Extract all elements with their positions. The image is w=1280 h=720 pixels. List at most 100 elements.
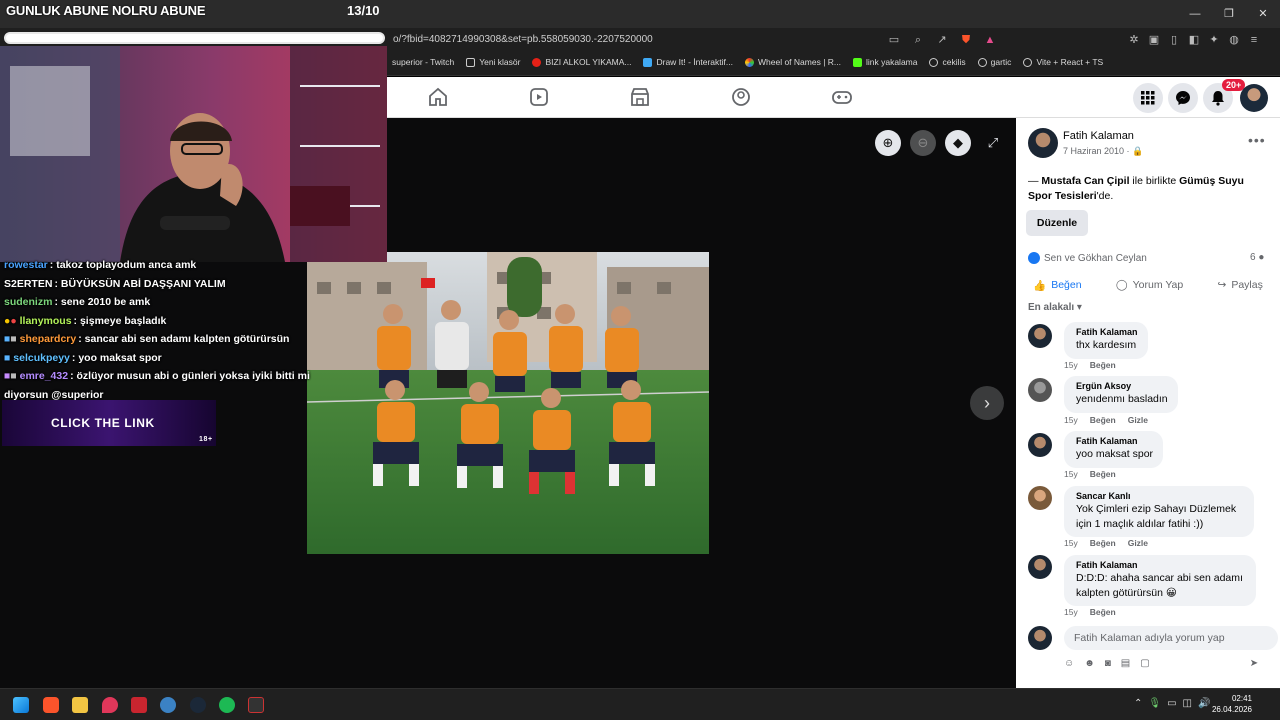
wallet-icon[interactable]: ▣	[1146, 32, 1162, 48]
comment-count[interactable]: 6 ●	[1250, 252, 1264, 263]
account-avatar[interactable]	[1240, 84, 1268, 112]
bookmark-item[interactable]: BIZI ALKOL YIKAMA...	[532, 57, 631, 67]
groups-icon[interactable]	[730, 86, 752, 108]
bookmark-item[interactable]: Yeni klasör	[466, 57, 520, 67]
comment-sort-dropdown[interactable]: En alakalı ▾	[1028, 302, 1082, 313]
bookmark-item[interactable]: superior - Twitch	[392, 57, 454, 67]
file-explorer-icon[interactable]	[72, 697, 88, 713]
brave-browser-icon[interactable]	[43, 697, 59, 713]
commenter-avatar[interactable]	[1028, 378, 1052, 402]
bookmark-item[interactable]: cekilis	[929, 57, 966, 67]
comment-hide-link[interactable]: Gizle	[1128, 538, 1148, 548]
comment-like-link[interactable]: Beğen	[1090, 469, 1116, 479]
screen-cast-icon[interactable]: ▭	[886, 32, 902, 48]
sticker-icon[interactable]: ▢	[1140, 658, 1149, 669]
post-date[interactable]: 7 Haziran 2010 · 🔒	[1063, 146, 1143, 157]
comment-like-link[interactable]: Beğen	[1090, 607, 1116, 617]
comment-like-link[interactable]: Beğen	[1090, 415, 1116, 425]
steam-icon[interactable]	[190, 697, 206, 713]
comment-age[interactable]: 15y	[1064, 607, 1078, 617]
obs-icon[interactable]	[160, 697, 176, 713]
click-the-link-banner[interactable]: CLICK THE LINK 18+	[2, 400, 216, 446]
bookmark-item[interactable]: gartic	[977, 57, 1011, 67]
next-photo-button[interactable]: ›	[970, 386, 1004, 420]
zoom-in-button[interactable]: ⊕	[875, 130, 901, 156]
chat-message: S2ERTEN: BÜYÜKSÜN ABİ DAŞŞANI YALIM	[4, 277, 226, 290]
comment-bubble: Fatih Kalaman thx kardesım	[1064, 322, 1148, 359]
chevron-up-icon[interactable]: ⌃	[1134, 698, 1142, 709]
commenter-name[interactable]: Sancar Kanlı	[1076, 490, 1244, 502]
share-button[interactable]: ↪ Paylaş	[1218, 274, 1263, 296]
share-icon[interactable]: ↗	[934, 32, 950, 48]
maximize-icon[interactable]: ❐	[1212, 0, 1246, 28]
bookmark-item[interactable]: Vite + React + TS	[1023, 57, 1103, 67]
more-options-icon[interactable]: •••	[1248, 132, 1266, 148]
bookmark-item[interactable]: Wheel of Names | R...	[745, 57, 841, 67]
wallet-2-icon[interactable]: ◧	[1186, 32, 1202, 48]
ai-assistant-icon[interactable]: ✦	[1206, 32, 1222, 48]
comment-button[interactable]: ◯ Yorum Yap	[1116, 274, 1183, 296]
spotify-icon[interactable]	[219, 697, 235, 713]
author-name[interactable]: Fatih Kalaman	[1063, 130, 1134, 142]
volume-icon[interactable]: 🔊	[1198, 698, 1210, 709]
microphone-icon[interactable]: 🎙	[1148, 698, 1161, 709]
zoom-out-button[interactable]: ⊖	[910, 130, 936, 156]
comment-like-link[interactable]: Beğen	[1090, 360, 1116, 370]
comment-like-link[interactable]: Beğen	[1090, 538, 1116, 548]
comment-input[interactable]: Fatih Kalaman adıyla yorum yap	[1064, 626, 1278, 650]
like-button[interactable]: 👍 Beğen	[1033, 274, 1081, 296]
system-tray: ⌃ 🎙 ▭ ◫ 🔊	[1134, 698, 1210, 709]
gaming-icon[interactable]	[831, 86, 853, 108]
commenter-avatar[interactable]	[1028, 324, 1052, 348]
home-icon[interactable]	[427, 86, 449, 108]
tag-button[interactable]: ◆	[945, 130, 971, 156]
brave-rewards-icon[interactable]: ▲	[982, 32, 998, 48]
vpn-icon[interactable]: ◍	[1226, 32, 1242, 48]
menu-icon[interactable]: ≡	[1246, 32, 1262, 48]
brave-shield-icon[interactable]: ⛊	[958, 32, 974, 48]
comment-age[interactable]: 15y	[1064, 415, 1078, 425]
comment-age[interactable]: 15y	[1064, 469, 1078, 479]
commenter-avatar[interactable]	[1028, 486, 1052, 510]
fullscreen-button[interactable]: ⤢	[980, 130, 1006, 156]
url-text[interactable]: o/?fbid=4082714990308&set=pb.558059030.-…	[393, 34, 653, 45]
edit-button[interactable]: Düzenle	[1026, 210, 1088, 236]
comment-hide-link[interactable]: Gizle	[1128, 415, 1148, 425]
comment-age[interactable]: 15y	[1064, 360, 1078, 370]
bookmark-item[interactable]: Draw It! - İnteraktif...	[643, 57, 733, 67]
commenter-avatar[interactable]	[1028, 433, 1052, 457]
voicemeeter-icon[interactable]	[248, 697, 264, 713]
close-icon[interactable]: ✕	[1246, 0, 1280, 28]
pin-app-icon[interactable]	[102, 697, 118, 713]
menu-grid-button[interactable]	[1133, 83, 1163, 113]
tagged-person-link[interactable]: Mustafa Can Çipil	[1041, 175, 1129, 187]
bookmark-item[interactable]: link yakalama	[852, 57, 917, 67]
messenger-button[interactable]	[1168, 83, 1198, 113]
comment-age[interactable]: 15y	[1064, 538, 1078, 548]
camera-icon[interactable]: ◙	[1105, 658, 1111, 669]
commenter-name[interactable]: Fatih Kalaman	[1076, 559, 1246, 571]
zoom-icon[interactable]: ⌕	[910, 32, 926, 48]
minimize-icon[interactable]: —	[1178, 0, 1212, 28]
send-icon[interactable]: ➤	[1250, 658, 1258, 669]
own-avatar[interactable]	[1028, 626, 1052, 650]
commenter-avatar[interactable]	[1028, 555, 1052, 579]
commenter-name[interactable]: Ergün Aksoy	[1076, 380, 1168, 392]
taskbar-clock[interactable]: 02:41 26.04.2026	[1210, 693, 1252, 715]
reactions-summary[interactable]: Sen ve Gökhan Ceylan	[1028, 252, 1147, 264]
display-icon[interactable]: ▭	[1167, 698, 1176, 709]
start-menu-icon[interactable]	[13, 697, 29, 713]
author-avatar[interactable]	[1028, 128, 1058, 158]
avatar-sticker-icon[interactable]: ☺	[1064, 658, 1074, 669]
emoji-icon[interactable]: ☻	[1084, 658, 1095, 669]
network-icon[interactable]: ◫	[1183, 698, 1192, 709]
commenter-name[interactable]: Fatih Kalaman	[1076, 435, 1153, 447]
marketplace-icon[interactable]	[629, 86, 651, 108]
sidebar-icon[interactable]: ▯	[1166, 32, 1182, 48]
gif-icon[interactable]: ▤	[1121, 658, 1130, 669]
recorder-icon[interactable]	[131, 697, 147, 713]
video-icon[interactable]	[528, 86, 550, 108]
commenter-name[interactable]: Fatih Kalaman	[1076, 326, 1138, 338]
team-photo[interactable]	[307, 252, 709, 554]
extensions-icon[interactable]: ✲	[1126, 32, 1142, 48]
